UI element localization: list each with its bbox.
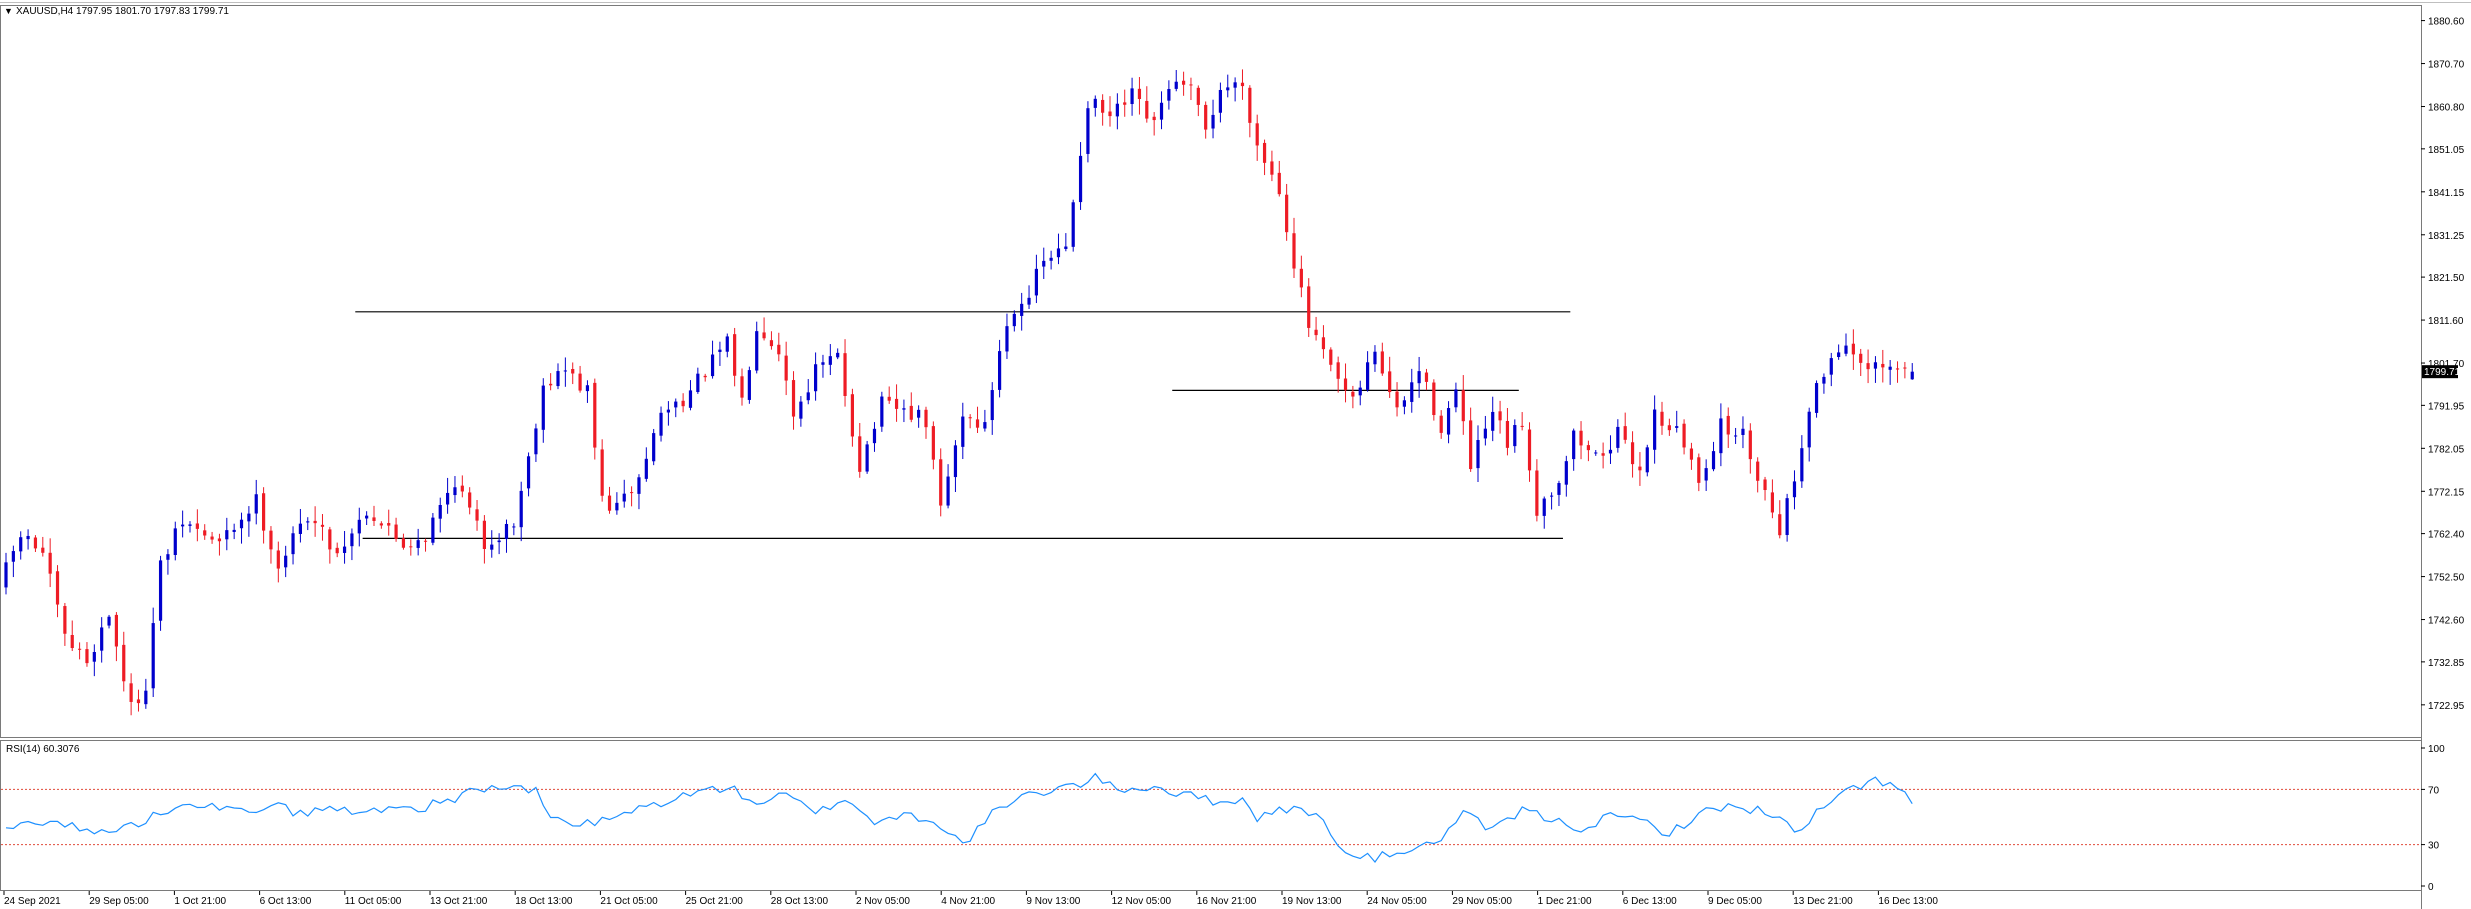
time-tick-label: 2 Nov 05:00 — [856, 896, 910, 907]
rsi-tick-label: 70 — [2428, 785, 2440, 796]
candle — [593, 378, 597, 460]
time-tick-label: 24 Sep 2021 — [4, 896, 61, 907]
time-tick-label: 25 Oct 21:00 — [686, 896, 744, 907]
price-tick-label: 1791.95 — [2428, 401, 2465, 412]
candle — [1785, 493, 1789, 542]
price-chart-svg: 1880.60 1870.70 1860.80 1851.05 1841.15 1831.… — [0, 0, 2471, 909]
time-tick-label: 21 Oct 05:00 — [600, 896, 658, 907]
time-tick-label: 11 Oct 05:00 — [345, 896, 402, 907]
candle — [747, 366, 751, 404]
candle — [1071, 199, 1075, 252]
candle — [880, 391, 884, 432]
time-tick-label: 13 Dec 21:00 — [1793, 896, 1853, 907]
time-tick-label: 28 Oct 13:00 — [771, 896, 829, 907]
price-tag: 1799.71 — [2422, 365, 2461, 379]
candle — [431, 513, 435, 546]
price-tick-label: 1860.80 — [2428, 103, 2465, 114]
price-tick-label: 1722.95 — [2428, 701, 2465, 712]
rsi-tick-label: 0 — [2428, 882, 2434, 893]
rsi-tick-label: 100 — [2428, 744, 2445, 755]
time-tick-label: 1 Oct 21:00 — [174, 896, 226, 907]
time-tick-label: 18 Oct 13:00 — [515, 896, 573, 907]
candle — [158, 555, 163, 631]
candle — [1432, 379, 1436, 421]
price-tick-label: 1742.60 — [2428, 616, 2465, 627]
rsi-tick-label: 30 — [2428, 841, 2440, 852]
candle — [1645, 444, 1649, 477]
current-price-label: 1799.71 — [2424, 367, 2461, 378]
price-tick-label: 1841.15 — [2428, 188, 2465, 199]
collapse-triangle-icon[interactable]: ▼ — [4, 6, 13, 16]
candle — [1814, 380, 1819, 418]
price-tick-label: 1811.60 — [2428, 316, 2464, 327]
price-tick-label: 1752.50 — [2428, 573, 2465, 584]
price-tick-label: 1821.50 — [2428, 273, 2465, 284]
time-tick-label: 6 Oct 13:00 — [260, 896, 312, 907]
time-tick-label: 13 Oct 21:00 — [430, 896, 488, 907]
rsi-title: RSI(14) 60.3076 — [6, 744, 80, 755]
price-tick-label: 1831.25 — [2428, 231, 2465, 242]
price-tick-label: 1762.40 — [2428, 530, 2465, 541]
time-tick-label: 19 Nov 13:00 — [1282, 896, 1342, 907]
time-tick-label: 6 Dec 13:00 — [1623, 896, 1677, 907]
candle — [865, 440, 869, 474]
time-tick-label: 12 Nov 05:00 — [1112, 896, 1172, 907]
time-tick-label: 9 Nov 13:00 — [1026, 896, 1080, 907]
price-tick-label: 1772.15 — [2428, 487, 2465, 498]
price-tick-label: 1870.70 — [2428, 60, 2465, 71]
symbol-header: XAUUSD,H4 1797.95 1801.70 1797.83 1799.7… — [16, 6, 229, 17]
time-tick-label: 29 Nov 05:00 — [1452, 896, 1512, 907]
time-tick-label: 16 Dec 13:00 — [1878, 896, 1938, 907]
candle — [1086, 101, 1090, 163]
time-tick-label: 16 Nov 21:00 — [1197, 896, 1257, 907]
time-tick-label: 1 Dec 21:00 — [1538, 896, 1592, 907]
time-tick-label: 24 Nov 05:00 — [1367, 896, 1427, 907]
price-tick-label: 1782.05 — [2428, 444, 2465, 455]
chart-window: 1880.60 1870.70 1860.80 1851.05 1841.15 1831.… — [0, 0, 2471, 909]
price-tick-label: 1880.60 — [2428, 17, 2465, 28]
time-tick-label: 29 Sep 05:00 — [89, 896, 149, 907]
price-tick-label: 1851.05 — [2428, 145, 2465, 156]
time-tick-label: 4 Nov 21:00 — [941, 896, 995, 907]
price-tick-label: 1732.85 — [2428, 658, 2465, 669]
candle — [652, 428, 656, 466]
time-tick-label: 9 Dec 05:00 — [1708, 896, 1762, 907]
